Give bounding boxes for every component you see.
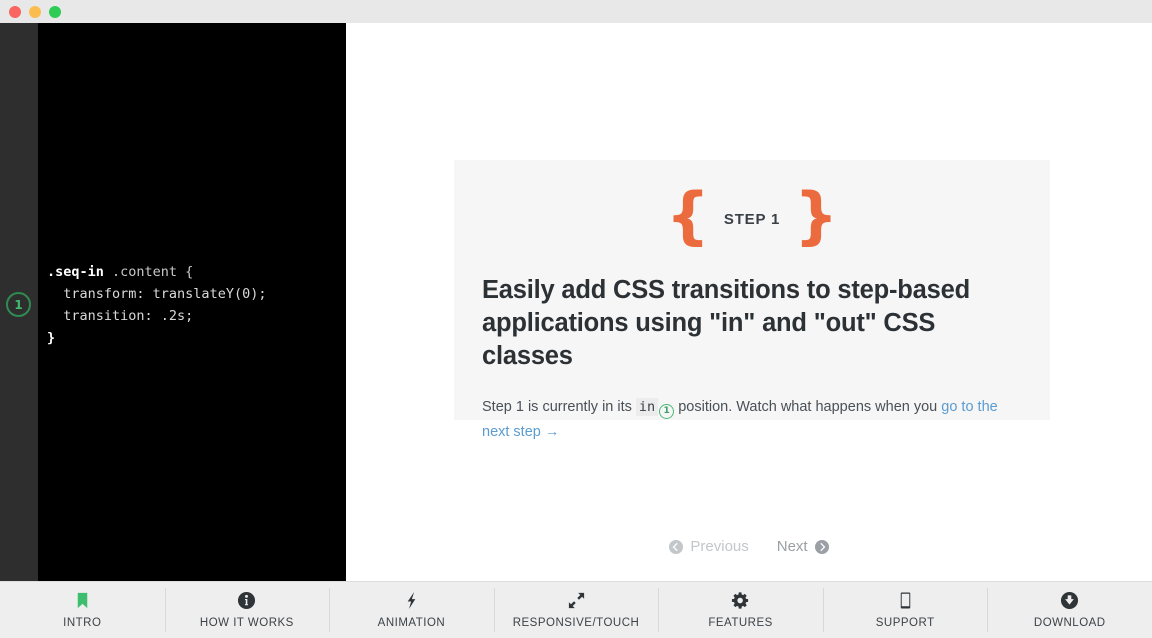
gutter-step-badge: 1 xyxy=(6,292,31,317)
nav-item-features-label: FEATURES xyxy=(708,617,773,629)
code-line-transform: transform: translateY(0); xyxy=(63,286,267,302)
app-window: 1 .seq-in .content { transform: translat… xyxy=(0,0,1152,638)
nav-item-features[interactable]: FEATURES xyxy=(658,582,823,638)
next-button[interactable]: Next xyxy=(777,538,829,555)
previous-button[interactable]: Previous xyxy=(669,538,749,555)
maximize-window-button[interactable] xyxy=(49,5,61,18)
chevron-left-circle-icon xyxy=(669,539,684,554)
code-panel: .seq-in .content { transform: translateY… xyxy=(38,23,346,581)
tablet-icon xyxy=(900,592,910,609)
minimize-window-button[interactable] xyxy=(29,5,41,18)
info-circle-icon xyxy=(238,591,256,610)
previous-button-label: Previous xyxy=(690,538,749,555)
nav-item-intro[interactable]: INTRO xyxy=(0,582,165,638)
inline-code-in: in xyxy=(635,398,659,416)
titlebar xyxy=(0,0,1152,23)
code-block: .seq-in .content { transform: translateY… xyxy=(47,261,266,349)
expand-arrows-icon xyxy=(568,592,584,609)
step-card: { STEP 1 } Easily add CSS transitions to… xyxy=(454,160,1050,440)
page-title: Easily add CSS transitions to step-based… xyxy=(482,276,970,370)
code-line-transition: transition: .2s; xyxy=(63,308,194,324)
main-stage: { STEP 1 } Easily add CSS transitions to… xyxy=(346,23,1152,581)
nav-item-how-it-works-label: HOW IT WORKS xyxy=(199,617,294,629)
nav-item-download[interactable]: DOWNLOAD xyxy=(987,582,1152,638)
nav-item-animation[interactable]: ANIMATION xyxy=(329,582,494,638)
step-label: STEP 1 xyxy=(723,210,781,228)
bookmark-icon xyxy=(77,592,88,609)
nav-item-responsive-touch[interactable]: RESPONSIVE/TOUCH xyxy=(493,582,659,638)
left-brace-icon: { xyxy=(665,179,710,252)
bottom-navigation: INTRO HOW IT WORKS ANIMATION RESPONSIVE/… xyxy=(0,581,1152,638)
code-selector: .seq-in xyxy=(47,264,104,280)
nav-item-support[interactable]: SUPPORT xyxy=(822,582,988,638)
step-description: Step 1 is currently in its in 1 position.… xyxy=(482,395,1022,445)
nav-item-support-label: SUPPORT xyxy=(875,617,935,629)
code-line-close: } xyxy=(47,330,56,346)
nav-item-how-it-works[interactable]: HOW IT WORKS xyxy=(164,582,330,638)
lightning-bolt-icon xyxy=(407,591,416,610)
nav-item-download-label: DOWNLOAD xyxy=(1033,617,1106,629)
chevron-right-circle-icon xyxy=(814,539,829,554)
right-brace-icon: } xyxy=(794,179,839,252)
download-circle-icon xyxy=(1061,591,1079,610)
nav-item-animation-label: ANIMATION xyxy=(377,617,446,629)
pager: Previous Next xyxy=(346,538,1152,555)
close-window-button[interactable] xyxy=(9,5,21,18)
code-selector-rest: .content { xyxy=(103,264,194,280)
description-text-after: position. Watch what happens when you xyxy=(674,399,942,415)
nav-item-intro-label: INTRO xyxy=(63,617,102,629)
gear-icon xyxy=(732,592,749,609)
nav-item-responsive-touch-label: RESPONSIVE/TOUCH xyxy=(512,617,640,629)
next-button-label: Next xyxy=(776,538,808,555)
description-text-before: Step 1 is currently in its xyxy=(482,399,636,415)
step-eyebrow: { STEP 1 } xyxy=(482,160,1022,250)
inline-step-badge: 1 xyxy=(659,404,675,419)
